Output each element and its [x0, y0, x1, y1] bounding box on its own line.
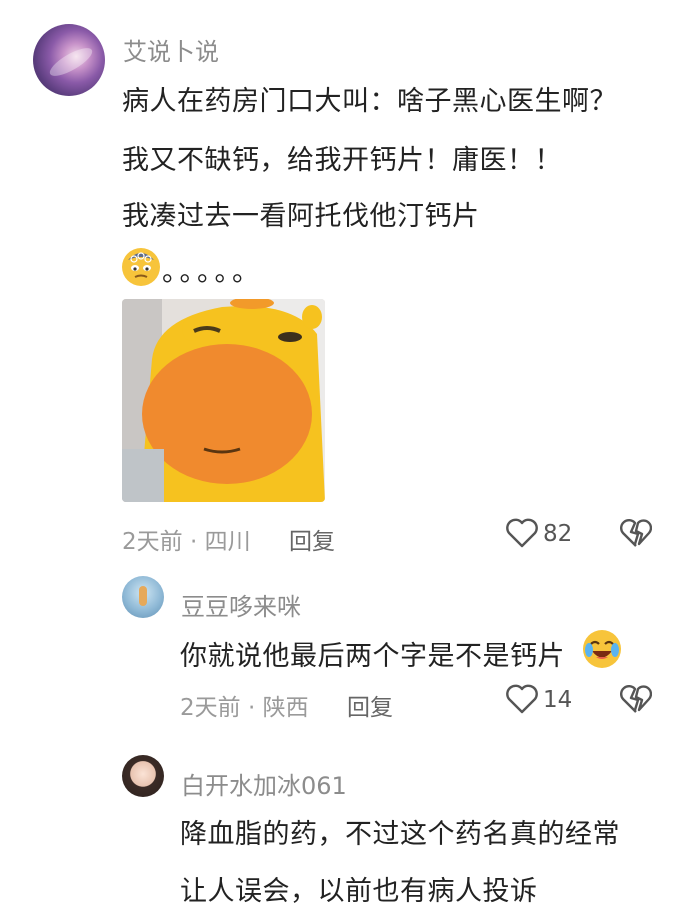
reply-text: 你就说他最后两个字是不是钙片: [180, 641, 565, 672]
comment-meta: 2天前 · 四川: [122, 529, 251, 555]
username[interactable]: 白开水加冰061: [181, 766, 347, 801]
dislike-broken-heart-icon[interactable]: [620, 684, 653, 714]
dislike-broken-heart-icon[interactable]: [620, 518, 653, 548]
dizzy-face-emoji-icon: [122, 248, 160, 286]
heart-icon[interactable]: [505, 684, 539, 714]
comment-text-line: 病人在药房门口大叫：啥子黑心医生啊？: [122, 86, 617, 117]
like-count: 14: [543, 687, 573, 713]
ellipsis-text: 。。。。。: [162, 257, 263, 288]
reply-text-line: 让人误会，以前也有病人投诉: [180, 876, 538, 907]
user-avatar[interactable]: [122, 576, 164, 618]
username[interactable]: 豆豆哆来咪: [181, 587, 301, 622]
comment-text-line: 我又不缺钙，给我开钙片！庸医！！: [122, 145, 562, 176]
like-count: 82: [543, 521, 573, 547]
username[interactable]: 艾说卜说: [123, 32, 219, 67]
laughing-crying-emoji-icon: [583, 630, 621, 668]
reply-button[interactable]: 回复: [347, 688, 393, 722]
user-avatar[interactable]: [122, 755, 164, 797]
reply-button[interactable]: 回复: [289, 522, 335, 556]
comment-meta: 2天前 · 陕西: [180, 695, 309, 721]
comment-text-line: 我凑过去一看阿托伐他汀钙片: [122, 201, 480, 232]
user-avatar[interactable]: [33, 24, 105, 96]
yellow-hippo-sticker-image[interactable]: [122, 299, 325, 502]
heart-icon[interactable]: [505, 518, 539, 548]
reply-text-line: 降血脂的药，不过这个药名真的经常: [180, 819, 620, 850]
